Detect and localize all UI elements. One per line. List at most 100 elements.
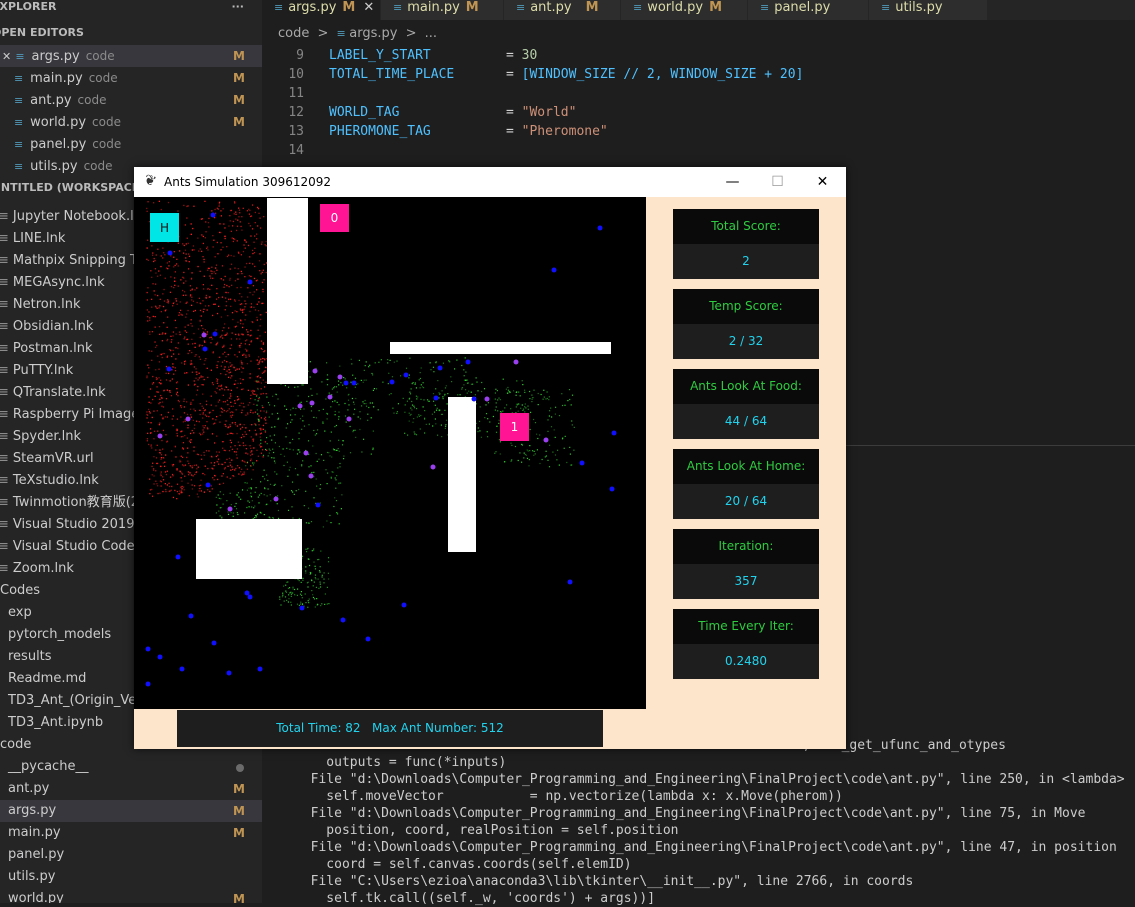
code-file-item[interactable]: panel.py xyxy=(0,844,262,866)
code-file-item[interactable]: utils.py xyxy=(0,866,262,888)
home-pheromone-particle xyxy=(234,422,236,424)
home-pheromone-particle xyxy=(197,385,199,388)
tab-utils[interactable]: ≡ utils.py xyxy=(869,0,988,20)
home-pheromone-particle xyxy=(233,451,236,453)
tab-world[interactable]: ≡ world.py M xyxy=(621,0,748,20)
home-pheromone-particle xyxy=(177,347,179,350)
home-pheromone-particle xyxy=(262,291,264,293)
home-pheromone-particle xyxy=(193,427,195,430)
food-pheromone-particle xyxy=(252,464,255,466)
open-editor-item[interactable]: ≡ panel.py code xyxy=(0,133,262,155)
home-pheromone-particle xyxy=(227,315,229,317)
open-editor-item[interactable]: ≡ main.py code M xyxy=(0,67,262,89)
food-pheromone-particle xyxy=(313,561,315,563)
breadcrumb-folder[interactable]: code xyxy=(278,26,309,41)
more-actions-icon[interactable]: ··· xyxy=(231,0,244,18)
modified-badge: M xyxy=(233,892,245,903)
open-editor-item[interactable]: ✕ ≡ args.py code M xyxy=(0,45,262,67)
open-editors-header[interactable]: OPEN EDITORS xyxy=(0,22,262,44)
food-pheromone-particle xyxy=(335,500,338,502)
home-pheromone-particle xyxy=(201,325,203,327)
food-pheromone-particle xyxy=(361,405,363,407)
food-pheromone-particle xyxy=(315,417,317,419)
open-editor-item[interactable]: ≡ world.py code M xyxy=(0,111,262,133)
code-file-item[interactable]: world.py M xyxy=(0,888,262,903)
code-file-item[interactable]: ant.py M xyxy=(0,778,262,800)
home-pheromone-particle xyxy=(212,351,214,353)
food-pheromone-particle xyxy=(312,594,314,596)
food-pheromone-particle xyxy=(533,454,535,456)
food-pheromone-particle xyxy=(336,401,338,403)
tab-panel[interactable]: ≡ panel.py xyxy=(748,0,869,20)
home-pheromone-particle xyxy=(211,488,213,490)
home-pheromone-particle xyxy=(179,471,181,473)
tab-ant[interactable]: ≡ ant.py M xyxy=(504,0,621,20)
home-pheromone-particle xyxy=(235,229,238,232)
home-pheromone-particle xyxy=(148,350,150,352)
home-pheromone-particle xyxy=(159,492,161,494)
ants-simulation-window: ❦ Ants Simulation 309612092 — ☐ ✕ H 0 1 … xyxy=(134,167,846,749)
food-pheromone-particle xyxy=(258,502,260,504)
home-pheromone-particle xyxy=(253,291,255,293)
food-pheromone-particle xyxy=(302,579,304,581)
code-file-item[interactable]: args.py M xyxy=(0,800,262,822)
food-pheromone-particle xyxy=(277,418,279,420)
home-pheromone-particle xyxy=(221,475,223,477)
open-editor-item[interactable]: ≡ ant.py code M xyxy=(0,89,262,111)
home-pheromone-particle xyxy=(162,429,165,432)
food-pheromone-particle xyxy=(269,494,271,496)
food-pheromone-particle xyxy=(547,419,549,421)
code-file-item[interactable]: __pycache__ xyxy=(0,756,262,778)
minimize-button[interactable]: — xyxy=(710,167,755,197)
food-pheromone-particle xyxy=(457,394,459,396)
food-pheromone-particle xyxy=(480,436,482,438)
food-pheromone-particle xyxy=(507,386,509,389)
home-pheromone-particle xyxy=(245,241,247,243)
code-file-item[interactable]: main.py M xyxy=(0,822,262,844)
home-pheromone-particle xyxy=(191,249,193,251)
home-pheromone-particle xyxy=(193,249,195,251)
home-pheromone-particle xyxy=(230,389,232,391)
home-pheromone-particle xyxy=(150,402,152,404)
food-pheromone-particle xyxy=(248,487,250,489)
food-pheromone-particle xyxy=(435,361,437,363)
close-icon[interactable]: ✕ xyxy=(363,0,374,15)
maximize-button[interactable]: ☐ xyxy=(755,167,800,197)
tab-args[interactable]: ≡ args.py M ✕ xyxy=(262,0,381,20)
food-pheromone-particle xyxy=(416,416,418,418)
food-pheromone-particle xyxy=(468,390,470,392)
home-pheromone-particle xyxy=(235,380,237,382)
home-pheromone-particle xyxy=(220,316,223,318)
close-icon[interactable]: ✕ xyxy=(2,50,11,63)
home-pheromone-particle xyxy=(249,454,252,457)
food-pheromone-particle xyxy=(518,403,520,405)
home-pheromone-particle xyxy=(147,364,149,366)
home-pheromone-particle xyxy=(177,265,179,267)
home-pheromone-particle xyxy=(250,303,253,305)
code-editor[interactable]: 9 LABEL_Y_START = 30 10 TOTAL_TIME_PLACE = [W… xyxy=(262,46,1135,176)
tab-main[interactable]: ≡ main.py M xyxy=(381,0,504,20)
simulation-canvas[interactable]: H 0 1 xyxy=(134,197,646,709)
home-pheromone-particle xyxy=(149,489,152,491)
home-pheromone-particle xyxy=(241,216,243,218)
home-pheromone-particle xyxy=(224,275,226,278)
home-pheromone-particle xyxy=(165,490,167,493)
close-button[interactable]: ✕ xyxy=(800,167,845,197)
home-pheromone-particle xyxy=(197,328,200,330)
food-pheromone-particle xyxy=(524,453,526,456)
food-pheromone-particle xyxy=(402,397,404,399)
home-pheromone-particle xyxy=(176,468,178,470)
breadcrumb-file[interactable]: args.py xyxy=(349,26,397,41)
home-pheromone-particle xyxy=(226,361,228,363)
food-pheromone-particle xyxy=(355,397,357,400)
home-pheromone-particle xyxy=(233,213,235,215)
food-pheromone-particle xyxy=(363,438,365,440)
food-pheromone-particle xyxy=(290,421,292,423)
food-pheromone-particle xyxy=(365,405,368,407)
food-pheromone-particle xyxy=(422,406,424,408)
food-pheromone-particle xyxy=(474,394,476,396)
breadcrumb-symbol[interactable]: ... xyxy=(425,26,437,41)
home-pheromone-particle xyxy=(231,225,234,227)
home-pheromone-particle xyxy=(202,472,204,475)
window-titlebar[interactable]: ❦ Ants Simulation 309612092 — ☐ ✕ xyxy=(134,167,846,197)
